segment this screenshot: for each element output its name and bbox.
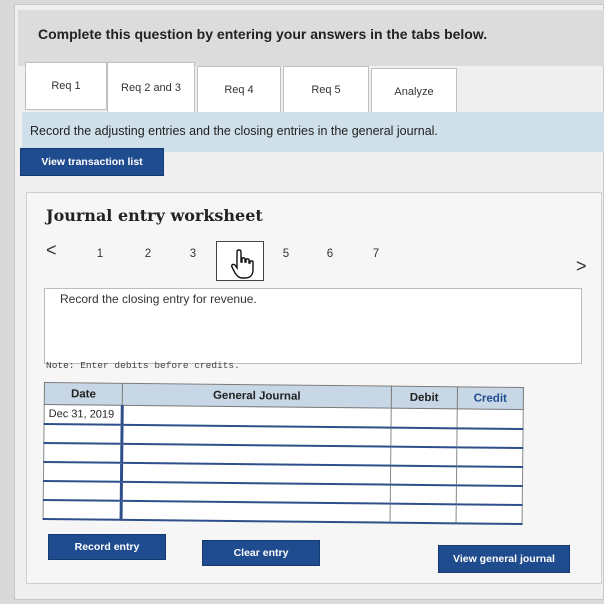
debit-column-header: Debit [390, 386, 458, 409]
view-general-journal-button[interactable]: View general journal [438, 545, 570, 573]
clear-entry-button[interactable]: Clear entry [202, 540, 320, 566]
tab-req-1[interactable]: Req 1 [25, 62, 107, 110]
credit-cell[interactable] [456, 408, 524, 429]
page-number-2[interactable]: 2 [138, 248, 158, 260]
debit-cell[interactable] [390, 465, 457, 485]
credit-cell[interactable] [456, 484, 523, 505]
page-number-5[interactable]: 5 [276, 248, 296, 260]
tab-req-2-and-3[interactable]: Req 2 and 3 [107, 62, 195, 114]
account-cell[interactable] [121, 500, 390, 523]
credit-column-header: Credit [457, 386, 524, 410]
date-cell[interactable]: Dec 31, 2019 [44, 404, 123, 425]
requirement-instruction: Record the adjusting entries and the clo… [22, 112, 604, 152]
view-transaction-list-button[interactable]: View transaction list [20, 148, 164, 176]
prev-page-arrow[interactable]: < [46, 240, 57, 261]
credit-cell[interactable] [455, 503, 523, 524]
entry-prompt: Record the closing entry for revenue. [60, 292, 257, 306]
tab-req-4[interactable]: Req 4 [197, 66, 281, 114]
credit-cell[interactable] [456, 446, 523, 467]
worksheet-title: Journal entry worksheet [46, 206, 263, 225]
next-page-arrow[interactable]: > [576, 256, 587, 277]
debit-cell[interactable] [390, 446, 457, 466]
page-number-6[interactable]: 6 [320, 248, 340, 260]
date-cell[interactable] [43, 499, 122, 520]
debit-credit-note: Note: Enter debits before credits. [46, 360, 240, 371]
debit-cell[interactable] [389, 503, 457, 523]
journal-entry-table: Date General Journal Debit Credit Dec 31… [42, 382, 524, 525]
date-cell[interactable] [43, 442, 123, 463]
date-cell[interactable] [43, 461, 122, 482]
date-column-header: Date [44, 382, 123, 406]
record-entry-button[interactable]: Record entry [48, 534, 166, 560]
tab-req-5[interactable]: Req 5 [283, 66, 369, 114]
credit-cell[interactable] [456, 427, 524, 448]
page-number-7[interactable]: 7 [366, 248, 386, 260]
debit-cell[interactable] [390, 427, 457, 447]
instruction-text: Complete this question by entering your … [38, 26, 488, 42]
debit-cell[interactable] [389, 484, 457, 504]
hand-pointer-icon [231, 249, 254, 279]
page-number-1[interactable]: 1 [90, 248, 110, 260]
general-journal-column-header: General Journal [122, 383, 392, 409]
table-row [43, 499, 523, 524]
date-cell[interactable] [43, 423, 123, 444]
credit-cell[interactable] [456, 465, 523, 486]
date-cell[interactable] [43, 480, 122, 501]
debit-cell[interactable] [390, 408, 458, 428]
tab-analyze[interactable]: Analyze [371, 68, 457, 116]
page-number-3[interactable]: 3 [183, 248, 203, 260]
